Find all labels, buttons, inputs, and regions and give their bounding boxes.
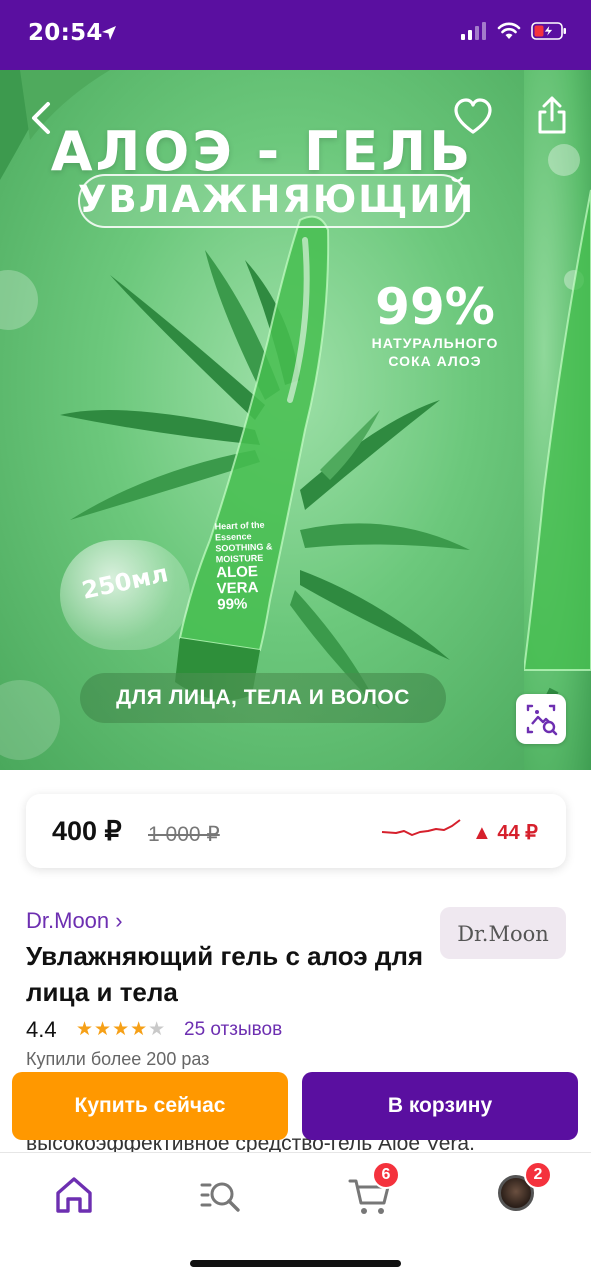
product-image-next-peek[interactable] [524, 70, 591, 770]
rating-stars: ★★★★★ [76, 1018, 166, 1041]
status-icons [461, 22, 567, 40]
purchase-count: Купили более 200 раз [26, 1049, 210, 1069]
search-list-icon [200, 1182, 240, 1212]
battery-icon [531, 22, 566, 40]
next-slide-bottle-illustration [524, 144, 591, 733]
price-card[interactable]: 400 ₽ 1 000 ₽ ▲ 44 ₽ [26, 794, 566, 868]
location-arrow-icon [102, 26, 116, 40]
rating-value: 4.4 [26, 1017, 57, 1042]
reviews-link[interactable]: 25 отзывов [184, 1019, 282, 1041]
price-change: ▲ 44 ₽ [472, 822, 538, 844]
price-old: 1 000 ₽ [148, 823, 220, 846]
star-partial: ★ [148, 1019, 167, 1040]
stars-filled: ★★★★ [76, 1019, 149, 1040]
promo-percent-caption: НАТУРАЛЬНОГО СОКА АЛОЭ [360, 334, 510, 370]
product-title: Увлажняющий гель с алоэ для лица и тела [26, 941, 424, 1007]
share-button[interactable] [532, 94, 572, 138]
cellular-signal-icon [461, 22, 486, 40]
cart-badge: 6 [372, 1161, 400, 1189]
brand-link[interactable]: Dr.Moon › [26, 908, 123, 934]
product-image-gallery[interactable]: АЛОЭ - ГЕЛЬ УВЛАЖНЯЮЩИЙ 99% НАТУРАЛЬНОГО… [0, 70, 591, 770]
home-indicator [190, 1260, 401, 1267]
bottle-label-line-2: SOOTHING & MOISTURE [215, 541, 273, 565]
heart-icon [454, 98, 492, 134]
favorite-button[interactable] [452, 96, 494, 138]
price-trend-sparkline [381, 819, 461, 836]
image-search-button[interactable] [516, 694, 566, 744]
home-icon [56, 1177, 92, 1213]
status-time: 20:54 [28, 20, 103, 46]
bottle-label-line-1: Heart of the Essence [214, 519, 265, 543]
tab-catalog[interactable] [196, 1171, 244, 1219]
add-to-cart-button[interactable]: В корзину [302, 1072, 578, 1140]
share-icon [538, 96, 566, 134]
promo-percent: 99% [375, 278, 495, 336]
tab-cart[interactable]: 6 [346, 1161, 400, 1219]
profile-badge: 2 [524, 1161, 552, 1189]
bottle-label-brand: ALOE VERA [215, 562, 259, 598]
tab-profile[interactable]: 2 [494, 1161, 552, 1219]
image-search-icon [526, 704, 558, 736]
buy-now-button[interactable]: Купить сейчас [12, 1072, 288, 1140]
bottle-label: Heart of the Essence SOOTHING & MOISTURE… [214, 519, 299, 614]
price-current: 400 ₽ [52, 816, 122, 846]
back-button[interactable] [22, 96, 62, 140]
tab-home[interactable] [50, 1171, 98, 1219]
bottle-label-percent: 99% [217, 595, 248, 614]
status-bar: 20:54 [0, 0, 591, 70]
product-image-main[interactable]: АЛОЭ - ГЕЛЬ УВЛАЖНЯЮЩИЙ 99% НАТУРАЛЬНОГО… [0, 70, 524, 770]
promo-banner-text: ДЛЯ ЛИЦА, ТЕЛА И ВОЛОС [116, 686, 410, 709]
promo-caption-line-2: СОКА АЛОЭ [388, 353, 482, 369]
promo-caption-line-1: НАТУРАЛЬНОГО [371, 335, 499, 351]
promo-subtitle: УВЛАЖНЯЮЩИЙ [78, 178, 476, 221]
wifi-icon [497, 22, 521, 39]
brand-logo-text: Dr.Moon [457, 922, 549, 946]
